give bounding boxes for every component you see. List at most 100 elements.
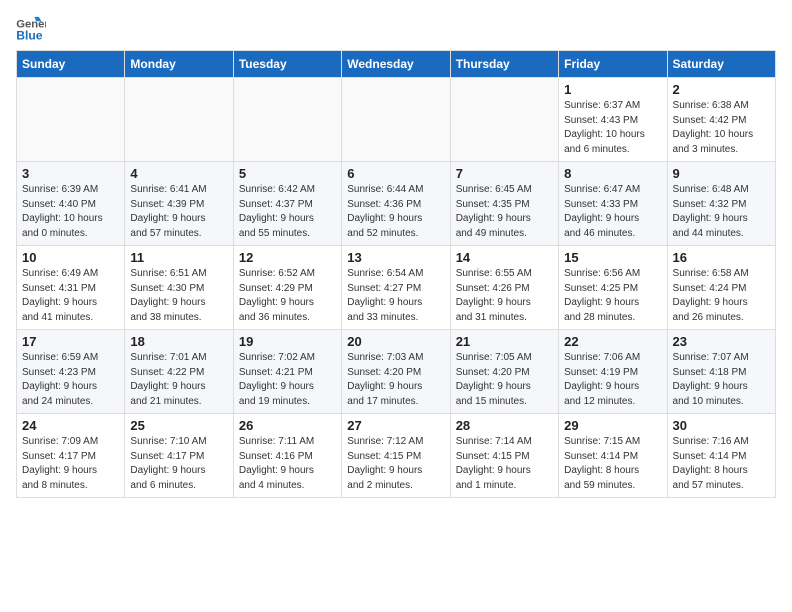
calendar-cell: 22 Sunrise: 7:06 AM Sunset: 4:19 PM Dayli… (559, 330, 667, 414)
calendar-cell: 9 Sunrise: 6:48 AM Sunset: 4:32 PM Daylig… (667, 162, 775, 246)
day-number: 22 (564, 334, 661, 349)
weekday-header-wednesday: Wednesday (342, 51, 450, 78)
calendar-cell: 17 Sunrise: 6:59 AM Sunset: 4:23 PM Dayli… (17, 330, 125, 414)
day-number: 20 (347, 334, 444, 349)
day-info: Sunrise: 7:07 AM Sunset: 4:18 PM Dayligh… (673, 351, 770, 409)
day-number: 19 (239, 334, 336, 349)
day-number: 3 (22, 166, 119, 181)
day-info: Sunrise: 6:41 AM Sunset: 4:39 PM Dayligh… (130, 183, 227, 241)
calendar-week-1: 1 Sunrise: 6:37 AM Sunset: 4:43 PM Daylig… (17, 78, 776, 162)
day-number: 18 (130, 334, 227, 349)
calendar-cell: 27 Sunrise: 7:12 AM Sunset: 4:15 PM Dayli… (342, 414, 450, 498)
day-info: Sunrise: 7:03 AM Sunset: 4:20 PM Dayligh… (347, 351, 444, 409)
calendar-cell: 18 Sunrise: 7:01 AM Sunset: 4:22 PM Dayli… (125, 330, 233, 414)
day-info: Sunrise: 6:48 AM Sunset: 4:32 PM Dayligh… (673, 183, 770, 241)
day-info: Sunrise: 7:14 AM Sunset: 4:15 PM Dayligh… (456, 435, 553, 493)
calendar-cell: 1 Sunrise: 6:37 AM Sunset: 4:43 PM Daylig… (559, 78, 667, 162)
day-number: 14 (456, 250, 553, 265)
day-number: 23 (673, 334, 770, 349)
day-info: Sunrise: 6:39 AM Sunset: 4:40 PM Dayligh… (22, 183, 119, 241)
day-info: Sunrise: 7:05 AM Sunset: 4:20 PM Dayligh… (456, 351, 553, 409)
weekday-header-friday: Friday (559, 51, 667, 78)
calendar-cell: 10 Sunrise: 6:49 AM Sunset: 4:31 PM Dayli… (17, 246, 125, 330)
day-number: 7 (456, 166, 553, 181)
weekday-header-monday: Monday (125, 51, 233, 78)
day-number: 27 (347, 418, 444, 433)
calendar-cell: 6 Sunrise: 6:44 AM Sunset: 4:36 PM Daylig… (342, 162, 450, 246)
day-number: 21 (456, 334, 553, 349)
day-number: 11 (130, 250, 227, 265)
calendar-cell: 8Sunrise: 6:47 AM Sunset: 4:33 PM Daylig… (559, 162, 667, 246)
day-number: 6 (347, 166, 444, 181)
day-number: 24 (22, 418, 119, 433)
calendar-cell: 21 Sunrise: 7:05 AM Sunset: 4:20 PM Dayli… (450, 330, 558, 414)
calendar-cell: 3 Sunrise: 6:39 AM Sunset: 4:40 PM Daylig… (17, 162, 125, 246)
day-info: Sunrise: 7:11 AM Sunset: 4:16 PM Dayligh… (239, 435, 336, 493)
day-number: 4 (130, 166, 227, 181)
weekday-header-sunday: Sunday (17, 51, 125, 78)
day-info: Sunrise: 6:45 AM Sunset: 4:35 PM Dayligh… (456, 183, 553, 241)
day-info: Sunrise: 6:37 AM Sunset: 4:43 PM Dayligh… (564, 99, 661, 157)
calendar-cell (125, 78, 233, 162)
calendar-cell: 4 Sunrise: 6:41 AM Sunset: 4:39 PM Daylig… (125, 162, 233, 246)
calendar-cell: 29 Sunrise: 7:15 AM Sunset: 4:14 PM Dayli… (559, 414, 667, 498)
calendar-cell: 2Sunrise: 6:38 AM Sunset: 4:42 PM Daylig… (667, 78, 775, 162)
weekday-header-tuesday: Tuesday (233, 51, 341, 78)
calendar-cell (342, 78, 450, 162)
calendar-week-5: 24 Sunrise: 7:09 AM Sunset: 4:17 PM Dayli… (17, 414, 776, 498)
calendar-cell: 20 Sunrise: 7:03 AM Sunset: 4:20 PM Dayli… (342, 330, 450, 414)
day-number: 8 (564, 166, 661, 181)
calendar-cell (233, 78, 341, 162)
calendar-cell: 23 Sunrise: 7:07 AM Sunset: 4:18 PM Dayli… (667, 330, 775, 414)
day-number: 17 (22, 334, 119, 349)
calendar-cell (17, 78, 125, 162)
day-info: Sunrise: 6:58 AM Sunset: 4:24 PM Dayligh… (673, 267, 770, 325)
day-number: 15 (564, 250, 661, 265)
calendar-cell: 25Sunrise: 7:10 AM Sunset: 4:17 PM Dayli… (125, 414, 233, 498)
weekday-header-thursday: Thursday (450, 51, 558, 78)
day-number: 16 (673, 250, 770, 265)
day-info: Sunrise: 7:01 AM Sunset: 4:22 PM Dayligh… (130, 351, 227, 409)
svg-text:Blue: Blue (16, 28, 43, 42)
calendar-cell: 15Sunrise: 6:56 AM Sunset: 4:25 PM Dayli… (559, 246, 667, 330)
calendar-cell: 5Sunrise: 6:42 AM Sunset: 4:37 PM Daylig… (233, 162, 341, 246)
day-info: Sunrise: 7:09 AM Sunset: 4:17 PM Dayligh… (22, 435, 119, 493)
day-number: 5 (239, 166, 336, 181)
day-info: Sunrise: 7:10 AM Sunset: 4:17 PM Dayligh… (130, 435, 227, 493)
calendar-cell: 7 Sunrise: 6:45 AM Sunset: 4:35 PM Daylig… (450, 162, 558, 246)
calendar-week-3: 10 Sunrise: 6:49 AM Sunset: 4:31 PM Dayli… (17, 246, 776, 330)
day-info: Sunrise: 7:15 AM Sunset: 4:14 PM Dayligh… (564, 435, 661, 493)
calendar-cell: 13Sunrise: 6:54 AM Sunset: 4:27 PM Dayli… (342, 246, 450, 330)
day-info: Sunrise: 7:12 AM Sunset: 4:15 PM Dayligh… (347, 435, 444, 493)
day-info: Sunrise: 6:59 AM Sunset: 4:23 PM Dayligh… (22, 351, 119, 409)
header: General Blue (16, 16, 776, 42)
calendar-cell: 12 Sunrise: 6:52 AM Sunset: 4:29 PM Dayli… (233, 246, 341, 330)
day-info: Sunrise: 6:54 AM Sunset: 4:27 PM Dayligh… (347, 267, 444, 325)
calendar-header-row: SundayMondayTuesdayWednesdayThursdayFrid… (17, 51, 776, 78)
day-number: 26 (239, 418, 336, 433)
calendar-cell: 30Sunrise: 7:16 AM Sunset: 4:14 PM Dayli… (667, 414, 775, 498)
day-info: Sunrise: 6:49 AM Sunset: 4:31 PM Dayligh… (22, 267, 119, 325)
calendar-week-4: 17 Sunrise: 6:59 AM Sunset: 4:23 PM Dayli… (17, 330, 776, 414)
day-number: 12 (239, 250, 336, 265)
calendar-cell: 11 Sunrise: 6:51 AM Sunset: 4:30 PM Dayli… (125, 246, 233, 330)
day-number: 9 (673, 166, 770, 181)
day-number: 29 (564, 418, 661, 433)
day-number: 10 (22, 250, 119, 265)
calendar-cell: 28 Sunrise: 7:14 AM Sunset: 4:15 PM Dayli… (450, 414, 558, 498)
logo-icon: General Blue (16, 16, 46, 42)
calendar-cell: 19 Sunrise: 7:02 AM Sunset: 4:21 PM Dayli… (233, 330, 341, 414)
day-info: Sunrise: 6:52 AM Sunset: 4:29 PM Dayligh… (239, 267, 336, 325)
day-number: 30 (673, 418, 770, 433)
calendar: SundayMondayTuesdayWednesdayThursdayFrid… (16, 50, 776, 498)
weekday-header-saturday: Saturday (667, 51, 775, 78)
day-number: 1 (564, 82, 661, 97)
calendar-cell: 14Sunrise: 6:55 AM Sunset: 4:26 PM Dayli… (450, 246, 558, 330)
logo: General Blue (16, 16, 46, 42)
day-info: Sunrise: 7:02 AM Sunset: 4:21 PM Dayligh… (239, 351, 336, 409)
day-info: Sunrise: 6:51 AM Sunset: 4:30 PM Dayligh… (130, 267, 227, 325)
day-info: Sunrise: 6:44 AM Sunset: 4:36 PM Dayligh… (347, 183, 444, 241)
day-info: Sunrise: 6:38 AM Sunset: 4:42 PM Dayligh… (673, 99, 770, 157)
day-number: 28 (456, 418, 553, 433)
day-info: Sunrise: 7:06 AM Sunset: 4:19 PM Dayligh… (564, 351, 661, 409)
